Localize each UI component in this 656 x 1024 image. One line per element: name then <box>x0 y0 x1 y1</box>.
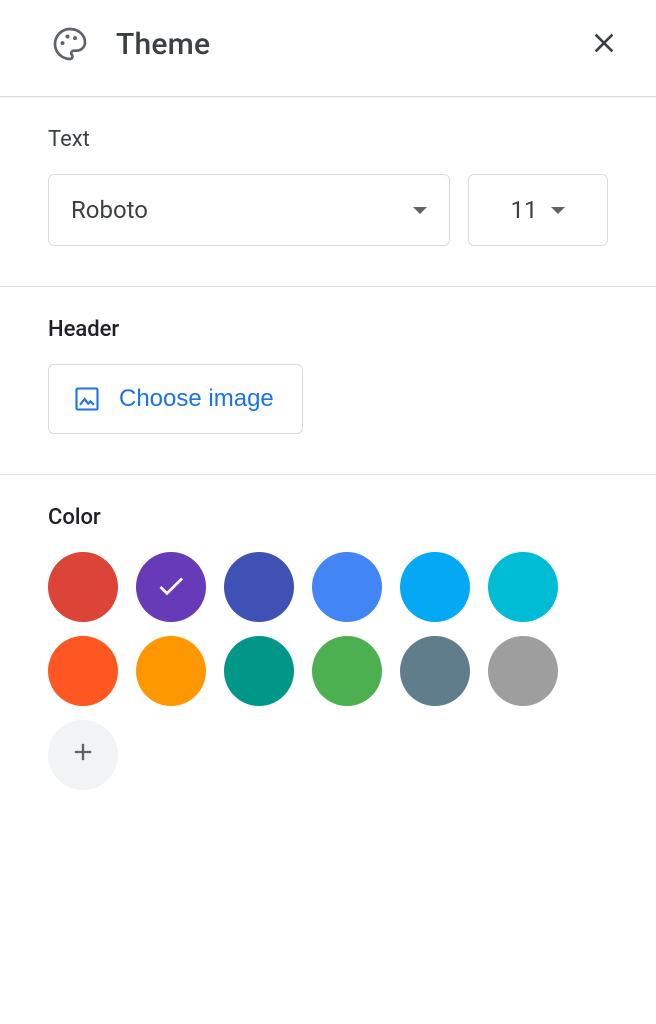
color-swatch-4[interactable] <box>400 552 470 622</box>
close-icon <box>588 27 620 62</box>
color-swatch-3[interactable] <box>312 552 382 622</box>
color-section: Color <box>0 475 656 830</box>
color-swatch-10[interactable] <box>400 636 470 706</box>
text-section-label: Text <box>48 127 608 152</box>
color-swatch-11[interactable] <box>488 636 558 706</box>
font-size-value: 11 <box>511 196 538 224</box>
font-dropdown-value: Roboto <box>71 196 413 224</box>
panel-header: Theme <box>0 0 656 97</box>
color-swatch-1[interactable] <box>136 552 206 622</box>
chevron-down-icon <box>413 207 427 214</box>
image-icon <box>73 385 101 413</box>
check-icon <box>155 570 187 605</box>
color-swatch-7[interactable] <box>136 636 206 706</box>
color-swatch-9[interactable] <box>312 636 382 706</box>
panel-title: Theme <box>116 27 580 62</box>
font-size-dropdown[interactable]: 11 <box>468 174 608 246</box>
font-dropdown[interactable]: Roboto <box>48 174 450 246</box>
choose-image-label: Choose image <box>119 385 274 413</box>
color-section-label: Color <box>48 505 608 530</box>
plus-icon <box>69 737 97 774</box>
color-swatch-2[interactable] <box>224 552 294 622</box>
header-section-label: Header <box>48 317 608 342</box>
color-swatch-5[interactable] <box>488 552 558 622</box>
header-section: Header Choose image <box>0 287 656 475</box>
text-section: Text Roboto 11 <box>0 97 656 287</box>
choose-image-button[interactable]: Choose image <box>48 364 303 434</box>
theme-panel: Theme Text Roboto 11 Header <box>0 0 656 830</box>
color-swatch-6[interactable] <box>48 636 118 706</box>
color-swatch-grid <box>48 552 608 790</box>
color-swatch-8[interactable] <box>224 636 294 706</box>
add-color-button[interactable] <box>48 720 118 790</box>
palette-icon <box>48 22 92 66</box>
close-button[interactable] <box>580 20 628 68</box>
chevron-down-icon <box>551 207 565 214</box>
color-swatch-0[interactable] <box>48 552 118 622</box>
